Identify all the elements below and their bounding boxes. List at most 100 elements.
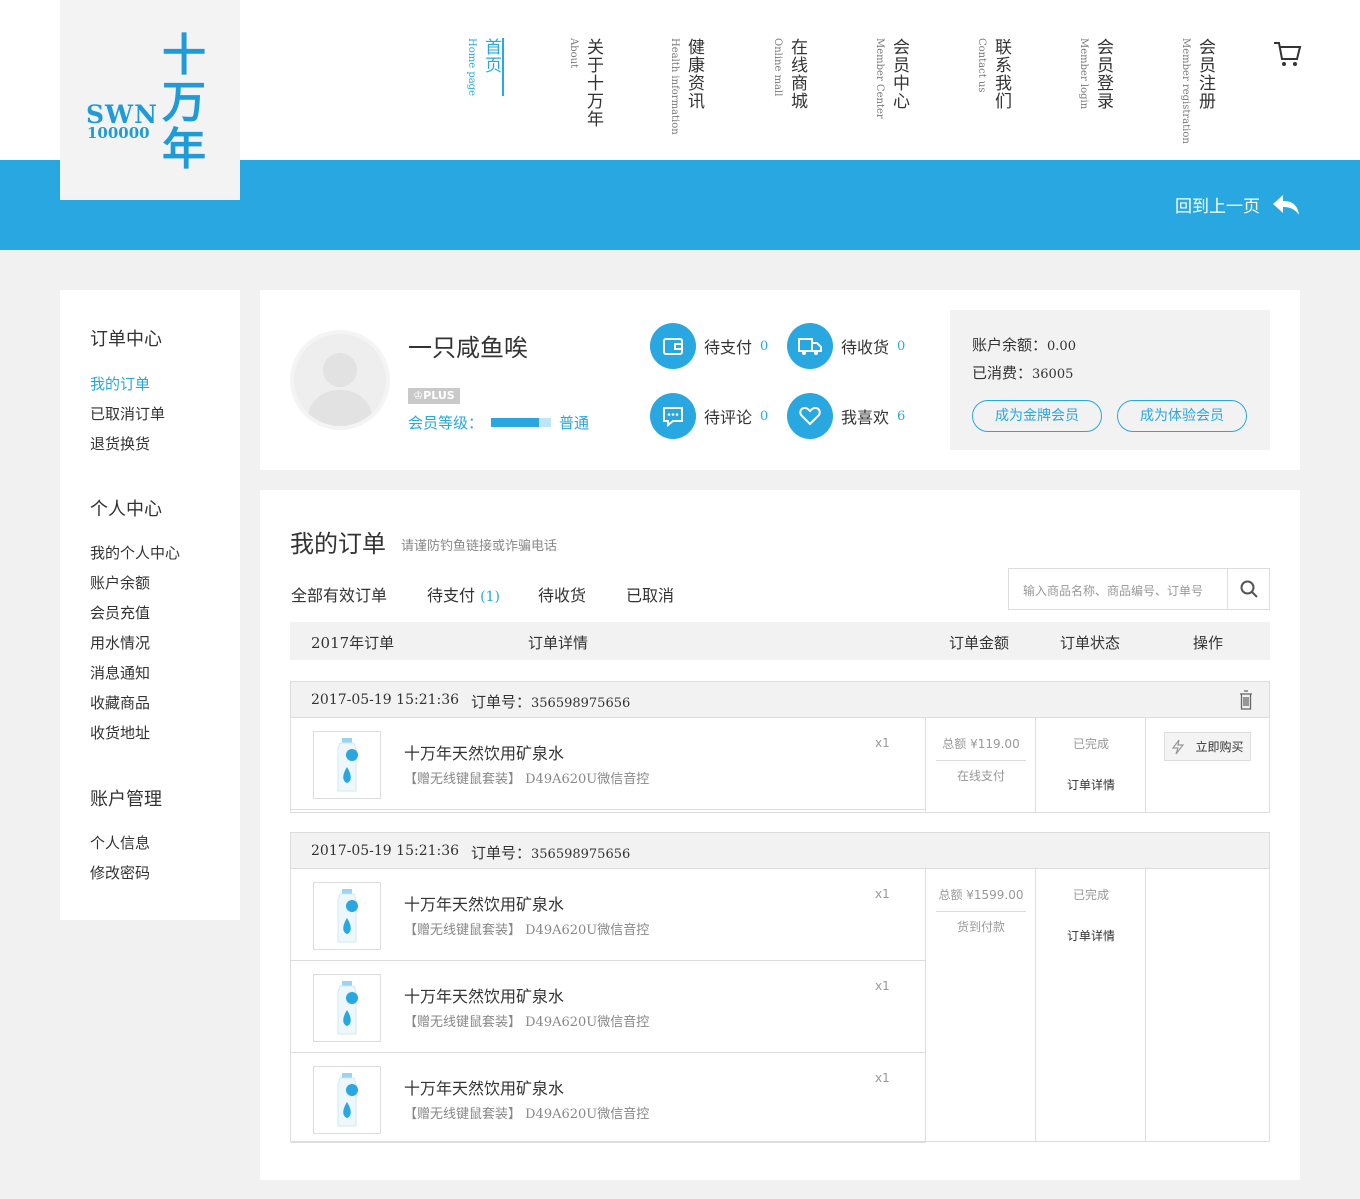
back-label: 回到上一页 [1175, 197, 1260, 217]
nav-contact-en: Contact us [976, 38, 987, 93]
stat-favorites[interactable]: 我喜欢 6 [787, 393, 905, 439]
nav-contact[interactable]: Contact us 联系我们 [975, 38, 1011, 110]
sidebar-item-my-orders[interactable]: 我的订单 [90, 373, 150, 394]
nav-mall-cn: 在线商城 [787, 38, 807, 110]
nav-mall[interactable]: Online mall 在线商城 [771, 38, 807, 110]
order-total: 总额 ¥1599.00 [936, 869, 1026, 912]
sidebar-item-favorites[interactable]: 收藏商品 [90, 692, 150, 713]
order-item[interactable]: 十万年天然饮用矿泉水 【赠无线键鼠套装】 D49A620U微信音控 x1 [291, 1053, 926, 1143]
search-button[interactable] [1227, 569, 1269, 609]
tab-pending-delivery[interactable]: 待收货 [538, 582, 586, 606]
plus-badge: ♔PLUS [408, 388, 460, 404]
logo-chinese: 十万年 [162, 30, 206, 175]
nav-member-center-cn: 会员中心 [889, 38, 909, 110]
sidebar-item-balance[interactable]: 账户余额 [90, 572, 150, 593]
order-search: 输入商品名称、商品编号、订单号 [1008, 568, 1270, 610]
balance-row: 账户余额：0.00 [972, 334, 1076, 355]
sidebar-item-water-usage[interactable]: 用水情况 [90, 632, 150, 653]
become-gold-member-button[interactable]: 成为金牌会员 [972, 400, 1102, 432]
stat-label: 待评论 [704, 408, 753, 427]
cart-icon[interactable] [1272, 40, 1302, 68]
tab-all-orders[interactable]: 全部有效订单 [291, 582, 387, 606]
member-level: 会员等级： 普通 [408, 412, 589, 433]
sidebar-group-title: 个人中心 [90, 499, 162, 520]
avatar-placeholder-icon [306, 353, 374, 426]
nav-health[interactable]: Health information 健康资讯 [668, 38, 704, 135]
order-item[interactable]: 十万年天然饮用矿泉水 【赠无线键鼠套装】 D49A620U微信音控 x1 [291, 869, 926, 961]
search-icon [1240, 580, 1258, 598]
tab-pending-payment[interactable]: 待支付 (1) [427, 582, 500, 606]
nav-member-center[interactable]: Member Center 会员中心 [873, 38, 909, 119]
sidebar-item-password[interactable]: 修改密码 [90, 862, 150, 883]
search-input[interactable]: 输入商品名称、商品编号、订单号 [1009, 569, 1227, 609]
stat-count: 0 [897, 338, 906, 354]
product-desc: 【赠无线键鼠套装】 D49A620U微信音控 [404, 1015, 650, 1030]
back-link[interactable]: 回到上一页 [1175, 192, 1300, 217]
logo-number: 100000 [87, 124, 150, 142]
sidebar-item-personal-center[interactable]: 我的个人中心 [90, 542, 180, 563]
product-qty: x1 [875, 736, 890, 750]
order-header: 2017-05-19 15:21:36 订单号：356598975656 [291, 682, 1269, 718]
avatar[interactable] [290, 330, 390, 430]
wallet-icon [650, 323, 696, 369]
nav-home-en: Home page [466, 38, 477, 97]
nav-login[interactable]: Member login 会员登录 [1077, 38, 1113, 110]
sidebar-item-returns[interactable]: 退货换货 [90, 433, 150, 454]
nav-contact-cn: 联系我们 [991, 38, 1011, 110]
stat-label: 我喜欢 [841, 408, 890, 427]
comment-icon [650, 393, 696, 439]
nav-about[interactable]: About 关于十万年 [567, 38, 603, 128]
stat-pending-payment[interactable]: 待支付 0 [650, 323, 768, 369]
sidebar-item-notifications[interactable]: 消息通知 [90, 662, 150, 683]
sidebar-item-cancelled-orders[interactable]: 已取消订单 [90, 403, 165, 424]
tab-count: (1) [480, 589, 500, 605]
order-number: 订单号：356598975656 [471, 693, 631, 711]
product-name[interactable]: 十万年天然饮用矿泉水 [404, 983, 564, 1007]
spent-row: 已消费：36005 [972, 362, 1073, 383]
sidebar-item-address[interactable]: 收货地址 [90, 722, 150, 743]
order-status: 已完成 订单详情 [1035, 718, 1146, 812]
orders-panel: 我的订单 请谨防钓鱼链接或诈骗电话 全部有效订单 待支付 (1) 待收货 已取消… [260, 490, 1300, 1180]
product-image[interactable] [313, 731, 381, 799]
member-level-label: 会员等级： [408, 414, 484, 432]
stat-label: 待支付 [704, 338, 753, 357]
payment-method: 在线支付 [956, 769, 1005, 783]
product-name[interactable]: 十万年天然饮用矿泉水 [404, 1075, 564, 1099]
stat-pending-review[interactable]: 待评论 0 [650, 393, 768, 439]
product-name[interactable]: 十万年天然饮用矿泉水 [404, 891, 564, 915]
site-logo[interactable]: SWN 100000 十万年 [60, 0, 240, 200]
nav-home[interactable]: Home page 首页 [465, 38, 504, 97]
order-detail-link[interactable]: 订单详情 [1036, 776, 1146, 793]
buy-now-button[interactable]: 立即购买 [1164, 732, 1251, 761]
stat-label: 待收货 [841, 338, 890, 357]
product-desc: 【赠无线键鼠套装】 D49A620U微信音控 [404, 923, 650, 938]
product-desc: 【赠无线键鼠套装】 D49A620U微信音控 [404, 772, 650, 787]
product-qty: x1 [875, 979, 890, 993]
tab-cancelled[interactable]: 已取消 [626, 582, 674, 606]
order-item[interactable]: 十万年天然饮用矿泉水 【赠无线键鼠套装】 D49A620U微信音控 x1 [291, 718, 926, 810]
nav-member-center-en: Member Center [874, 38, 885, 119]
order-detail-link[interactable]: 订单详情 [1036, 927, 1146, 944]
nav-login-cn: 会员登录 [1093, 38, 1113, 110]
become-trial-member-button[interactable]: 成为体验会员 [1117, 400, 1247, 432]
product-image[interactable] [313, 882, 381, 950]
nav-about-cn: 关于十万年 [583, 38, 603, 128]
nav-login-en: Member login [1078, 38, 1089, 110]
product-image[interactable] [313, 1066, 381, 1134]
sidebar-item-recharge[interactable]: 会员充值 [90, 602, 150, 623]
spent-value: 36005 [1032, 367, 1074, 382]
payment-method: 货到付款 [956, 920, 1005, 934]
truck-icon [787, 323, 833, 369]
product-image[interactable] [313, 974, 381, 1042]
col-status: 订单状态 [1060, 634, 1121, 652]
order-item[interactable]: 十万年天然饮用矿泉水 【赠无线键鼠套装】 D49A620U微信音控 x1 [291, 961, 926, 1053]
crown-icon: ♔ [413, 389, 424, 402]
back-arrow-icon [1273, 194, 1299, 215]
trash-icon[interactable] [1239, 690, 1253, 710]
product-name[interactable]: 十万年天然饮用矿泉水 [404, 740, 564, 764]
order-card: 2017-05-19 15:21:36 订单号：356598975656 十万年… [290, 681, 1270, 813]
nav-register[interactable]: Member registration 会员注册 [1179, 38, 1215, 144]
sidebar-item-profile[interactable]: 个人信息 [90, 832, 150, 853]
stat-pending-delivery[interactable]: 待收货 0 [787, 323, 905, 369]
stat-count: 0 [760, 408, 769, 424]
